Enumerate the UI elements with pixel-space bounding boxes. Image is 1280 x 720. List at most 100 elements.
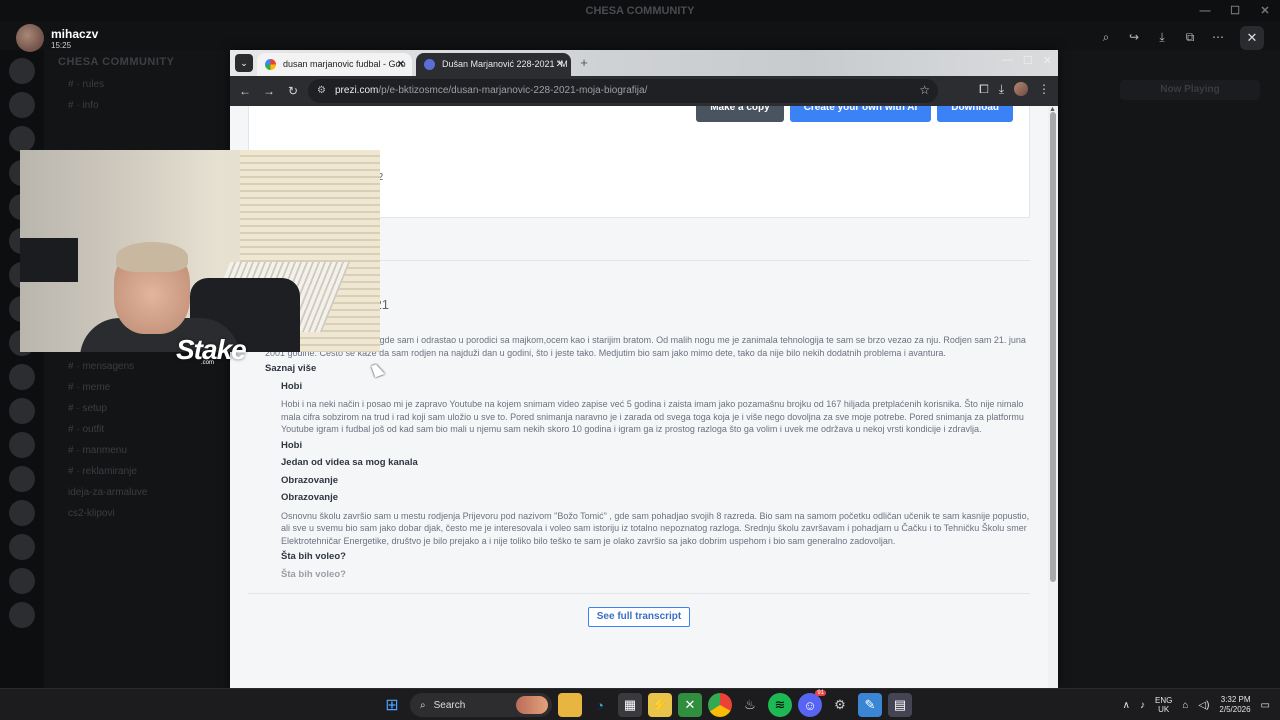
member-panel: [1058, 50, 1280, 688]
download-icon[interactable]: ⤓: [1150, 26, 1174, 48]
close-icon[interactable]: ✕: [1043, 54, 1052, 67]
tab-title: Dušan Marjanović 228-2021 "M: [442, 59, 568, 69]
stream-time: 15:25: [51, 41, 72, 50]
discord-title: CHESA COMMUNITY: [585, 5, 695, 17]
divider: [248, 593, 1030, 594]
app-icon[interactable]: ⚡: [648, 693, 672, 717]
toolbar-actions: ⧠ ⤓ ⋮: [979, 82, 1050, 97]
profile-avatar[interactable]: [1014, 82, 1028, 96]
reload-icon[interactable]: ↻: [284, 82, 302, 100]
url-text[interactable]: prezi.com/p/e-bktizosmce/dusan-marjanovi…: [335, 85, 647, 96]
bookmark-star-icon[interactable]: ☆: [919, 83, 930, 97]
prezi-icon: [424, 59, 435, 70]
app-icon[interactable]: ✎: [858, 693, 882, 717]
menu-icon[interactable]: ⋮: [1038, 82, 1050, 97]
microphone-icon[interactable]: ♪: [1140, 700, 1145, 711]
windows-start-icon[interactable]: ⊞: [380, 693, 404, 717]
channel-item[interactable]: # · reklamiranje: [44, 461, 230, 482]
channel-item[interactable]: # · rules: [44, 74, 230, 95]
page-scrollbar[interactable]: ▲: [1048, 106, 1058, 688]
action-buttons: Make a copy Create your own with AI Down…: [696, 106, 1013, 122]
volume-icon[interactable]: ◁): [1198, 700, 1209, 711]
clock-date: 2/5/2026: [1219, 705, 1251, 714]
zoom-icon[interactable]: ⌕: [1094, 26, 1118, 48]
server-icon[interactable]: [9, 92, 35, 118]
download-icon[interactable]: ⤓: [999, 82, 1004, 97]
channel-item[interactable]: # · meme: [44, 377, 230, 398]
webcam-overlay: [20, 150, 380, 352]
channel-item[interactable]: cs2-klipovi: [44, 503, 230, 524]
forward-icon[interactable]: →: [260, 82, 278, 100]
taskbar: ⊞ ⌕ Search ◔ ▦ ⚡ ✕ ♨ ≋ ☺ 91 ⚙ ✎ ▤ ∧ ♪ ENG…: [0, 688, 1280, 720]
more-icon[interactable]: ⋯: [1206, 26, 1230, 48]
stream-header: mihaczv 15:25 ⌕ ↪ ⤓ ⧉ ⋯ ✕: [0, 18, 1280, 54]
avatar[interactable]: [16, 24, 44, 52]
steam-icon[interactable]: ♨: [738, 693, 762, 717]
taskbar-search[interactable]: ⌕ Search: [410, 693, 552, 717]
google-icon: [265, 59, 276, 70]
maximize-icon[interactable]: ☐: [1023, 54, 1033, 67]
chevron-up-icon[interactable]: ∧: [1123, 700, 1130, 711]
now-playing-badge: Now Playing: [1120, 80, 1260, 100]
server-icon[interactable]: [9, 534, 35, 560]
server-icon[interactable]: [9, 398, 35, 424]
streamer-name: mihaczv: [51, 27, 99, 41]
channel-item[interactable]: # · manmenu: [44, 440, 230, 461]
settings-icon[interactable]: ⚙: [828, 693, 852, 717]
clock[interactable]: 3:32 PM 2/5/2026: [1219, 695, 1250, 715]
store-icon[interactable]: ▦: [618, 693, 642, 717]
spotify-icon[interactable]: ≋: [768, 693, 792, 717]
edge-icon[interactable]: ◔: [588, 693, 612, 717]
server-icon[interactable]: [9, 568, 35, 594]
create-ai-button[interactable]: Create your own with AI: [789, 106, 932, 122]
discord-badge: 91: [815, 690, 826, 696]
xbox-icon[interactable]: ✕: [678, 693, 702, 717]
site-info-icon[interactable]: ⚙: [317, 84, 329, 98]
server-icon[interactable]: [9, 602, 35, 628]
tab-prezi[interactable]: Dušan Marjanović 228-2021 "M ✕: [416, 53, 571, 76]
extensions-icon[interactable]: ⧠: [979, 82, 989, 97]
see-full-transcript-button[interactable]: See full transcript: [588, 607, 690, 627]
transcript-heading: Hobi: [281, 380, 303, 392]
chrome-icon[interactable]: [708, 693, 732, 717]
tab-search-icon[interactable]: ⌄: [235, 54, 253, 72]
server-icon[interactable]: [9, 364, 35, 390]
channel-item[interactable]: # · info: [44, 95, 230, 116]
system-tray: ∧ ♪ ENG UK ⌂ ◁) 3:32 PM 2/5/2026 ▭: [1123, 693, 1270, 717]
popout-icon[interactable]: ⧉: [1178, 26, 1202, 48]
make-copy-button[interactable]: Make a copy: [696, 106, 784, 122]
browser-window-controls: — ☐ ✕: [1002, 54, 1052, 67]
discord-icon[interactable]: ☺ 91: [798, 690, 826, 717]
stake-domain: .com: [201, 360, 215, 366]
back-icon[interactable]: ←: [236, 82, 254, 100]
language-indicator[interactable]: ENG UK: [1155, 696, 1172, 714]
channel-item[interactable]: ideja-za-armaluve: [44, 482, 230, 503]
tab-google-search[interactable]: dusan marjanovic fudbal - Goo ✕: [257, 53, 412, 76]
close-stream-button[interactable]: ✕: [1240, 26, 1264, 50]
server-icon[interactable]: [9, 432, 35, 458]
url-domain: prezi.com: [335, 85, 379, 96]
channel-list: CHESA COMMUNITY # · rules # · info # · m…: [44, 50, 230, 688]
search-placeholder: Search: [433, 699, 466, 711]
transcript-heading: Šta bih voleo?: [281, 568, 346, 580]
share-icon[interactable]: ↪: [1122, 26, 1146, 48]
server-icon[interactable]: [9, 500, 35, 526]
download-button[interactable]: Download: [937, 106, 1013, 122]
address-bar[interactable]: ⚙ prezi.com/p/e-bktizosmce/dusan-marjano…: [308, 79, 938, 103]
server-icon[interactable]: [9, 58, 35, 84]
channel-item[interactable]: # · setup: [44, 398, 230, 419]
server-list: [0, 50, 44, 688]
server-icon[interactable]: [9, 126, 35, 152]
scroll-thumb[interactable]: [1050, 112, 1056, 582]
server-icon[interactable]: [9, 466, 35, 492]
minimize-icon[interactable]: —: [1002, 54, 1013, 67]
new-tab-button[interactable]: +: [575, 54, 593, 72]
notification-icon[interactable]: ▭: [1261, 700, 1270, 711]
calculator-icon[interactable]: ▤: [888, 693, 912, 717]
network-icon[interactable]: ⌂: [1182, 700, 1188, 711]
tab-close-icon[interactable]: ✕: [397, 53, 405, 76]
file-explorer-icon[interactable]: [558, 693, 582, 717]
transcript-paragraph: Osnovnu školu završio sam u mestu rodjen…: [281, 510, 1030, 546]
tab-close-icon[interactable]: ✕: [556, 53, 564, 76]
channel-item[interactable]: # · outfit: [44, 419, 230, 440]
